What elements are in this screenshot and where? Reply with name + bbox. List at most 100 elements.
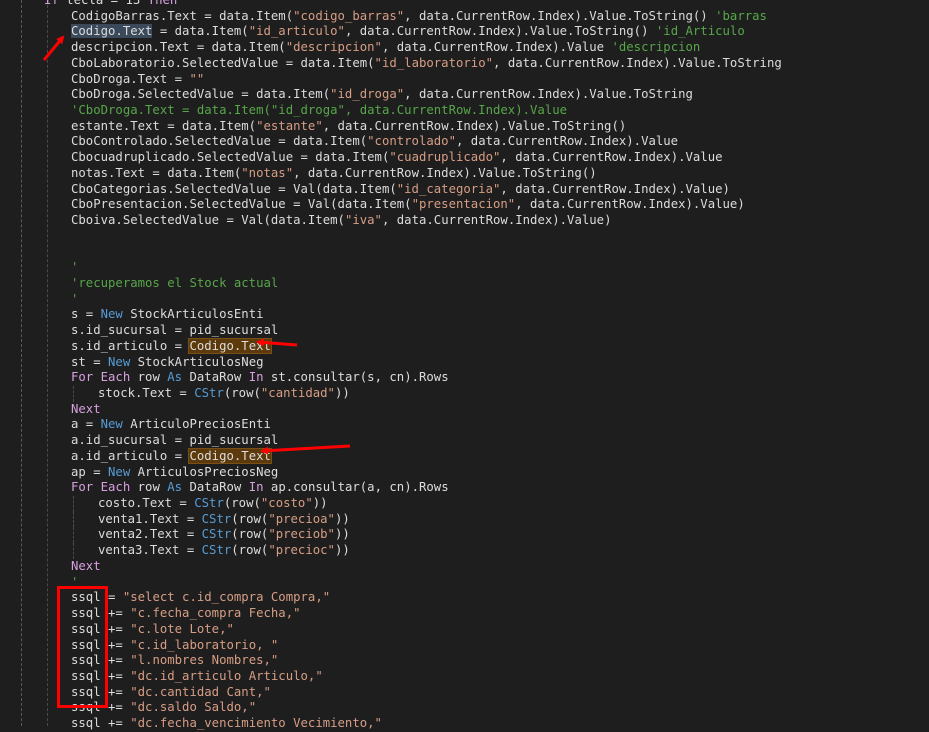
code-token: Next [71,401,101,416]
code-line[interactable]: venta2.Text = CStr(row("preciob")) [73,527,350,544]
code-token: s.id_articulo = [71,338,190,353]
code-token: , data.CurrentRow.Index).Value [455,134,679,149]
code-token: ap = [71,464,109,479]
code-line[interactable]: 'recuperamos el Stock actual [71,276,278,292]
code-line[interactable]: Next [71,402,101,418]
code-line[interactable]: s.id_sucursal = pid_sucursal [71,323,278,339]
code-token: ' [71,260,79,275]
code-token: 'recuperamos el Stock actual [71,275,279,290]
code-token: As [167,370,183,385]
code-token: , data.CurrentRow.Index).Value.ToString(… [293,165,597,180]
code-token: stock.Text = [98,386,195,400]
code-line[interactable]: Next [71,559,101,575]
code-token: New [108,354,131,369]
code-line[interactable]: Cboiva.SelectedValue = Val(data.Item("iv… [71,213,611,229]
code-line[interactable]: If tecla = 13 Then [44,0,177,9]
code-token: "dc.fecha_vencimiento Vecimiento," [130,716,382,731]
code-token: ArticulosPreciosNeg [130,464,279,479]
code-token: "presentacion" [411,197,516,212]
code-token: , data.CurrentRow.Index).Value) [500,181,730,196]
code-token: "iva" [344,213,382,228]
indent-guide [73,527,74,544]
code-line[interactable]: venta3.Text = CStr(row("precioc")) [73,543,350,559]
indent-guide [21,0,22,726]
code-line[interactable]: CboControlado.SelectedValue = data.Item(… [71,134,678,150]
code-line[interactable]: For Each row As DataRow In st.consultar(… [71,370,449,386]
code-token: New [100,307,123,322]
code-line[interactable]: ' [71,292,78,308]
code-line[interactable]: CboPresentacion.SelectedValue = Val(data… [71,197,745,213]
code-token: estante.Text = data.Item( [71,118,257,133]
code-token: "cuadruplicado" [389,150,501,165]
code-token: "c.id_laboratorio, " [130,637,279,652]
code-line[interactable]: notas.Text = data.Item("notas", data.Cur… [71,166,597,182]
code-editor[interactable]: If tecla = 13 Then CodigoBarras.Text = da… [0,0,929,730]
code-token: As [167,480,183,495]
code-line[interactable]: a = New ArticuloPreciosEnti [71,417,271,433]
code-token: a.id_articulo = [71,448,190,463]
code-token: ' [71,291,79,306]
code-line[interactable]: CboDroga.SelectedValue = data.Item("id_d… [71,87,693,103]
code-token: "costo" [260,496,313,511]
code-token: descripcion.Text = data.Item( [71,40,286,55]
code-token: )) [334,511,350,526]
code-token: s.id_sucursal = pid_sucursal [71,323,279,338]
code-line[interactable]: CboCategorias.SelectedValue = Val(data.I… [71,182,730,198]
indent-guide [73,543,74,559]
code-token: )) [312,496,328,511]
code-token: "c.lote Lote," [130,621,234,636]
code-token: 'id_Articulo [655,24,745,39]
code-line[interactable]: s.id_articulo = Codigo.Text [71,337,272,355]
code-line[interactable]: CboLaboratorio.SelectedValue = data.Item… [71,56,782,72]
code-token: a = [71,417,101,432]
code-token: "descripcion" [285,40,382,55]
code-line[interactable]: CodigoBarras.Text = data.Item("codigo_ba… [71,9,767,25]
code-token: "precioc" [268,543,335,558]
code-line[interactable]: stock.Text = CStr(row("cantidad")) [73,386,350,402]
code-line[interactable]: ssql += "dc.id_articulo Articulo," [71,669,323,685]
highlighted-reference: Codigo.Text [188,337,272,354]
code-line[interactable]: st = New StockArticulosNeg [71,355,264,371]
code-token: row [130,370,168,385]
code-token: "codigo_barras" [293,8,405,23]
code-line[interactable]: CboDroga.Text = "" [71,72,204,88]
code-token: ArticuloPreciosEnti [122,417,271,432]
code-token: , data.CurrentRow.Index).Value.ToString(… [404,8,716,23]
code-line[interactable]: Codigo.Text = data.Item("id_articulo", d… [71,24,745,40]
code-token: "preciob" [268,527,335,542]
code-token: CboDroga.Text = [71,71,190,86]
code-token: 'descripcion [611,40,701,55]
code-line[interactable]: costo.Text = CStr(row("costo")) [73,496,328,512]
code-token: If [44,0,59,7]
code-line[interactable]: a.id_sucursal = pid_sucursal [71,433,278,449]
code-token: )) [334,386,350,400]
code-token: venta1.Text = [98,511,202,526]
code-token: ap.consultar(a, cn).Rows [263,480,449,495]
code-line[interactable]: ssql = "select c.id_compra Compra," [71,590,330,606]
code-line[interactable]: For Each row As DataRow In ap.consultar(… [71,480,449,496]
code-line[interactable]: s = New StockArticulosEnti [71,307,264,323]
code-token: , data.CurrentRow.Index).Value.ToString [493,55,782,70]
code-line[interactable]: ssql += "dc.fecha_vencimiento Vecimiento… [71,716,382,732]
code-token: venta2.Text = [98,527,202,542]
code-token: , data.CurrentRow.Index).Value) [381,213,612,228]
code-token: CboDroga.SelectedValue = data.Item( [71,87,331,102]
code-token: , data.CurrentRow.Index).Value) [515,197,745,212]
code-line[interactable]: ap = New ArticulosPreciosNeg [71,465,278,481]
code-token: (row( [231,511,269,526]
code-token: StockArticulosEnti [122,307,264,322]
code-token: "l.nombres Nombres," [130,653,279,668]
code-token: )) [334,543,350,558]
code-token: , data.CurrentRow.Index).Value.ToString(… [322,118,627,133]
code-token: tecla = [58,0,126,7]
code-token: notas.Text = data.Item( [71,165,242,180]
code-line[interactable]: descripcion.Text = data.Item("descripcio… [71,40,700,56]
code-line[interactable]: estante.Text = data.Item("estante", data… [71,119,626,135]
code-token: "id_laboratorio" [374,55,494,70]
code-line[interactable]: 'CboDroga.Text = data.Item("id_droga", d… [71,103,567,119]
code-line[interactable]: venta1.Text = CStr(row("precioa")) [73,511,350,528]
code-line[interactable]: ' [71,260,78,276]
code-token: (row( [223,386,261,400]
code-line[interactable]: a.id_articulo = Codigo.Text [71,447,272,465]
code-line[interactable]: Cbocuadruplicado.SelectedValue = data.It… [71,150,723,166]
